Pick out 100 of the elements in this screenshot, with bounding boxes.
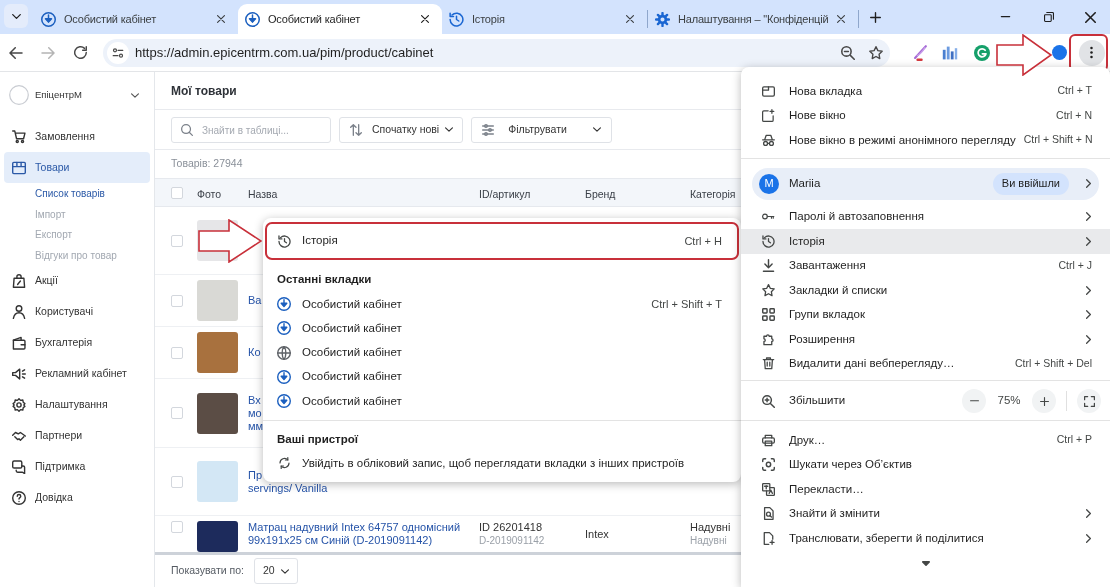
browser-tab[interactable]: Особистий кабінет [238, 4, 442, 34]
chat-icon [12, 460, 26, 475]
page-size-label: Показувати по: [171, 563, 244, 579]
g-circle-logo-icon [974, 44, 990, 61]
keyboard-shortcut: Ctrl + N [1055, 107, 1092, 123]
sidebar-subitem[interactable]: Список товарів [0, 183, 154, 204]
menu-item[interactable]: Видалити дані вебперегляду… Ctrl + Shift + Del [741, 351, 1110, 376]
sidebar-item[interactable]: Налаштування [0, 389, 154, 421]
download-circle-icon [277, 370, 291, 385]
menu-item[interactable]: Шукати через Об’єктив [741, 452, 1110, 477]
sidebar-item[interactable]: Акції [0, 265, 154, 297]
keyboard-shortcut: Ctrl + H [684, 233, 722, 249]
menu-item[interactable]: Знайти й змінити [741, 501, 1110, 526]
profile-menu-item[interactable]: M Mariia Ви ввійшли [752, 167, 1099, 200]
menu-item[interactable]: Друк… Ctrl + P [741, 428, 1110, 453]
sidebar-item[interactable]: Довідка [0, 482, 154, 514]
history-icon [449, 11, 464, 27]
download-circle-icon [277, 297, 291, 312]
incognito-icon [762, 133, 775, 147]
browser-tab[interactable]: Особистий кабінет [34, 4, 238, 34]
keyboard-shortcut: Ctrl + P [1055, 432, 1092, 448]
zoom-out-icon [841, 45, 855, 60]
row-checkbox[interactable] [171, 234, 183, 247]
history-icon [278, 234, 291, 248]
row-checkbox[interactable] [171, 475, 183, 488]
product-name-link[interactable]: мо [248, 406, 262, 420]
filter-button[interactable]: Фільтрувати [471, 116, 612, 143]
restore-icon [1044, 12, 1054, 22]
zoom-in-button[interactable] [1032, 389, 1056, 413]
download-circle-icon [41, 11, 56, 27]
sidebar-item[interactable]: Користувачі [0, 296, 154, 328]
tune-icon [112, 47, 124, 58]
menu-item[interactable]: Паролі й автозаповнення [741, 204, 1110, 229]
url-text: https://admin.epicentrm.com.ua/pim/product/cabinet [135, 43, 434, 62]
row-checkbox[interactable] [171, 521, 183, 533]
product-name-link[interactable]: servings/ Vanilla [248, 481, 328, 495]
menu-item[interactable]: Нове вікно Ctrl + N [741, 103, 1110, 128]
megaphone-icon [12, 367, 26, 382]
menu-item[interactable]: Групи вкладок [741, 302, 1110, 327]
star-icon [869, 45, 883, 60]
menu-item[interactable]: Нове вікно в режимі анонімного перегляду Ctrl + Shift + N [741, 128, 1110, 153]
sidebar-item[interactable]: Підтримка [0, 451, 154, 483]
select-all-checkbox[interactable] [171, 186, 183, 199]
browser-tab[interactable]: Історія [442, 4, 647, 34]
find-document-icon [762, 507, 775, 521]
recent-tab-item[interactable]: Особистий кабінет [263, 316, 741, 341]
menu-item[interactable]: Розширення [741, 327, 1110, 352]
download-circle-icon [277, 394, 291, 409]
sidebar-item[interactable]: Бухгалтерія [0, 327, 154, 359]
row-checkbox[interactable] [171, 346, 183, 359]
sync-icon [279, 457, 290, 470]
chevron-right-icon [1086, 179, 1091, 188]
menu-button[interactable] [1078, 39, 1105, 66]
zoom-in-icon [762, 394, 775, 408]
product-name-link[interactable]: Матрац надувний Intex 64757 одномісний [248, 521, 461, 534]
product-name-link[interactable]: Ва [248, 294, 262, 307]
menu-item[interactable]: Завантаження Ctrl + J [741, 253, 1110, 278]
profile-avatar-icon[interactable] [1052, 45, 1067, 60]
lens-icon [762, 458, 775, 472]
close-icon [626, 15, 634, 23]
close-icon [217, 15, 225, 23]
sidebar-item[interactable]: Партнери [0, 420, 154, 452]
menu-item[interactable]: Транслювати, зберегти й поділитися [741, 526, 1110, 551]
menu-item[interactable]: Нова вкладка Ctrl + T [741, 79, 1110, 104]
sidebar-item[interactable]: Замовлення [0, 121, 154, 152]
sign-in-prompt[interactable]: Увійдіть в обліковий запис, щоб переглядати вкладки з інших пристроїв [263, 451, 741, 476]
chevron-down-icon [280, 568, 289, 574]
site-info-button[interactable] [107, 41, 129, 64]
column-header: Назва [248, 187, 278, 200]
product-code: D-2019091142 [479, 534, 545, 547]
recent-tab-item[interactable]: Особистий кабінет [263, 364, 741, 390]
page-size-select[interactable]: 20 [254, 558, 298, 584]
fullscreen-button[interactable] [1077, 389, 1101, 413]
recent-tab-item[interactable]: Особистий кабінет [263, 340, 741, 365]
minus-icon [969, 400, 979, 402]
search-field[interactable]: Знайти в таблиці... [171, 117, 331, 143]
menu-item[interactable]: Закладки й списки [741, 278, 1110, 303]
product-name-link[interactable]: Ко [248, 346, 261, 359]
recent-tab-item[interactable]: Особистий кабінет Ctrl + Shift + T [263, 292, 741, 317]
question-circle-icon [12, 491, 26, 506]
sort-button[interactable]: Спочатку нові [339, 116, 464, 143]
sidebar-item[interactable]: Товари [4, 152, 150, 183]
row-checkbox[interactable] [171, 407, 183, 419]
chevron-right-icon [1086, 334, 1091, 344]
close-icon [837, 15, 845, 23]
browser-tab[interactable]: Налаштування – "Конфіденцій [648, 4, 858, 34]
menu-item[interactable]: Перекласти… [741, 477, 1110, 502]
menu-item[interactable]: Історія [741, 229, 1110, 254]
recent-tab-item[interactable]: Особистий кабінет [263, 389, 741, 414]
sidebar-item[interactable]: Рекламний кабінет [0, 358, 154, 390]
product-name-link[interactable]: Вх [248, 393, 261, 407]
product-name-link[interactable]: мм [248, 419, 264, 433]
tab-search-button[interactable] [4, 4, 28, 28]
address-bar[interactable]: https://admin.epicentrm.com.ua/pim/product/cabinet [103, 38, 890, 67]
gear-icon [12, 398, 26, 413]
close-icon [421, 15, 429, 23]
row-checkbox[interactable] [171, 294, 183, 307]
photo-placeholder [197, 332, 238, 373]
product-name-link[interactable]: Пр [248, 468, 263, 482]
product-name-link[interactable]: 99x191x25 см Синій (D-2019091142) [248, 534, 433, 547]
